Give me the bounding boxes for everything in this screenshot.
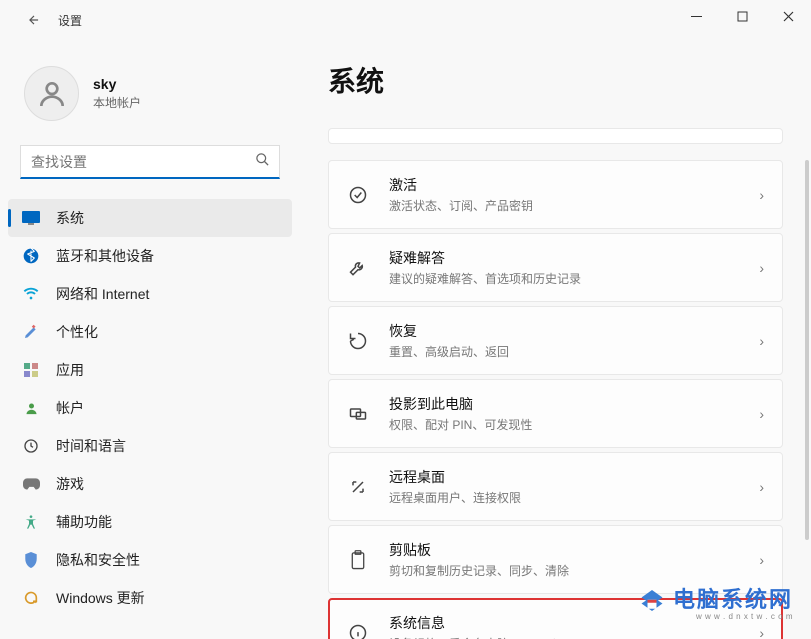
card-title: 剪贴板 [389, 540, 759, 560]
nav-label: 应用 [56, 360, 84, 380]
gamepad-icon [22, 475, 40, 493]
nav-time-language[interactable]: 时间和语言 [8, 427, 292, 465]
card-project[interactable]: 投影到此电脑 权限、配对 PIN、可发现性 › [328, 379, 783, 448]
nav-label: 个性化 [56, 322, 98, 342]
chevron-right-icon: › [759, 187, 764, 203]
watermark: 电脑系统网 w w w . d n x t w . c o m [637, 582, 793, 621]
check-circle-icon [347, 184, 369, 206]
nav-label: 蓝牙和其他设备 [56, 246, 154, 266]
maximize-button[interactable] [719, 0, 765, 32]
accessibility-icon [22, 513, 40, 531]
search-input[interactable] [20, 145, 280, 179]
wifi-icon [22, 285, 40, 303]
nav-bluetooth[interactable]: 蓝牙和其他设备 [8, 237, 292, 275]
remote-icon [347, 476, 369, 498]
card-stub [328, 128, 783, 144]
card-body: 投影到此电脑 权限、配对 PIN、可发现性 [389, 394, 759, 433]
profile-name: sky [93, 76, 141, 92]
main: 系统 激活 激活状态、订阅、产品密钥 › 疑难解答 建议的疑难解答、首选项和历史… [300, 40, 811, 639]
nav-windows-update[interactable]: Windows 更新 [8, 579, 292, 617]
nav-accessibility[interactable]: 辅助功能 [8, 503, 292, 541]
bluetooth-icon [22, 247, 40, 265]
nav-label: 帐户 [56, 398, 84, 418]
search-wrap [20, 145, 280, 179]
card-troubleshoot[interactable]: 疑难解答 建议的疑难解答、首选项和历史记录 › [328, 233, 783, 302]
nav-label: 隐私和安全性 [56, 550, 140, 570]
apps-icon [22, 361, 40, 379]
card-sub: 权限、配对 PIN、可发现性 [389, 416, 759, 433]
card-sub: 设备规格、重命名电脑、WindվnWm [389, 635, 759, 639]
nav-label: 时间和语言 [56, 436, 126, 456]
watermark-text-wrap: 电脑系统网 w w w . d n x t w . c o m [673, 582, 793, 621]
minimize-button[interactable] [673, 0, 719, 32]
wrench-icon [347, 257, 369, 279]
nav-gaming[interactable]: 游戏 [8, 465, 292, 503]
back-button[interactable] [20, 6, 48, 34]
project-icon [347, 403, 369, 425]
profile[interactable]: sky 本地帐户 [0, 48, 300, 145]
profile-text: sky 本地帐户 [93, 76, 141, 111]
nav-label: 系统 [56, 208, 84, 228]
clock-globe-icon [22, 437, 40, 455]
brush-icon [22, 323, 40, 341]
card-activation[interactable]: 激活 激活状态、订阅、产品密钥 › [328, 160, 783, 229]
settings-window: 设置 sky 本地帐户 [0, 0, 811, 639]
card-sub: 激活状态、订阅、产品密钥 [389, 197, 759, 214]
card-sub: 剪切和复制历史记录、同步、清除 [389, 562, 759, 579]
card-title: 远程桌面 [389, 467, 759, 487]
card-body: 恢复 重置、高级启动、返回 [389, 321, 759, 360]
card-sub: 远程桌面用户、连接权限 [389, 489, 759, 506]
nav-label: 辅助功能 [56, 512, 112, 532]
close-button[interactable] [765, 0, 811, 32]
card-sub: 建议的疑难解答、首选项和历史记录 [389, 270, 759, 287]
nav-network[interactable]: 网络和 Internet [8, 275, 292, 313]
chevron-right-icon: › [759, 552, 764, 568]
chevron-right-icon: › [759, 333, 764, 349]
person-icon [22, 399, 40, 417]
shield-icon [22, 551, 40, 569]
window-controls [673, 0, 811, 32]
recovery-icon [347, 330, 369, 352]
nav-system[interactable]: 系统 [8, 199, 292, 237]
card-body: 剪贴板 剪切和复制历史记录、同步、清除 [389, 540, 759, 579]
cards: 激活 激活状态、订阅、产品密钥 › 疑难解答 建议的疑难解答、首选项和历史记录 … [328, 128, 783, 639]
watermark-text: 电脑系统网 [673, 582, 793, 614]
card-title: 激活 [389, 175, 759, 195]
window-title: 设置 [58, 12, 82, 29]
card-title: 投影到此电脑 [389, 394, 759, 414]
chevron-right-icon: › [759, 406, 764, 422]
card-body: 远程桌面 远程桌面用户、连接权限 [389, 467, 759, 506]
display-icon [22, 209, 40, 227]
nav: 系统 蓝牙和其他设备 网络和 Internet 个性化 应用 [0, 199, 300, 617]
nav-label: 游戏 [56, 474, 84, 494]
card-body: 疑难解答 建议的疑难解答、首选项和历史记录 [389, 248, 759, 287]
card-recovery[interactable]: 恢复 重置、高级启动、返回 › [328, 306, 783, 375]
nav-privacy[interactable]: 隐私和安全性 [8, 541, 292, 579]
chevron-right-icon: › [759, 625, 764, 639]
sidebar: sky 本地帐户 系统 蓝牙和其他设备 [0, 40, 300, 639]
avatar [24, 66, 79, 121]
nav-accounts[interactable]: 帐户 [8, 389, 292, 427]
profile-sub: 本地帐户 [93, 94, 141, 111]
nav-apps[interactable]: 应用 [8, 351, 292, 389]
card-title: 恢复 [389, 321, 759, 341]
nav-label: Windows 更新 [56, 588, 145, 608]
nav-personalization[interactable]: 个性化 [8, 313, 292, 351]
scrollbar[interactable] [805, 160, 809, 540]
clipboard-icon [347, 549, 369, 571]
card-sub: 重置、高级启动、返回 [389, 343, 759, 360]
card-title: 疑难解答 [389, 248, 759, 268]
info-icon [347, 622, 369, 639]
chevron-right-icon: › [759, 479, 764, 495]
chevron-right-icon: › [759, 260, 764, 276]
update-icon [22, 589, 40, 607]
watermark-logo-icon [637, 587, 667, 617]
body: sky 本地帐户 系统 蓝牙和其他设备 [0, 40, 811, 639]
card-remote-desktop[interactable]: 远程桌面 远程桌面用户、连接权限 › [328, 452, 783, 521]
nav-label: 网络和 Internet [56, 284, 149, 304]
card-body: 激活 激活状态、订阅、产品密钥 [389, 175, 759, 214]
page-heading: 系统 [328, 60, 783, 100]
